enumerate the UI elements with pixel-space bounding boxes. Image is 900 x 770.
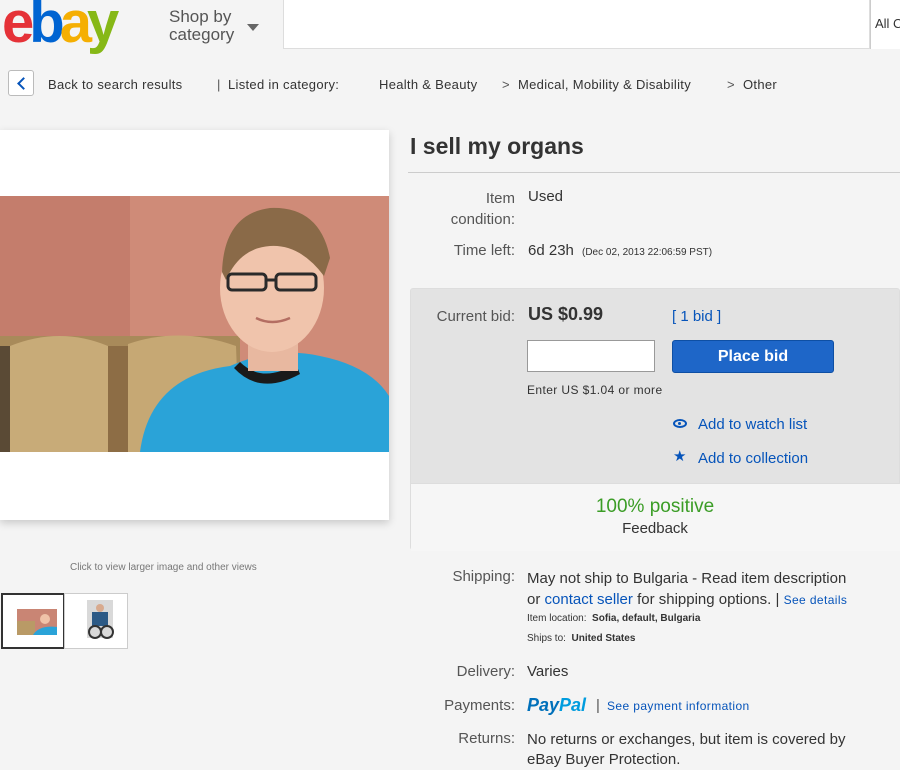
category-link-other[interactable]: Other xyxy=(743,77,777,92)
divider xyxy=(408,172,900,173)
search-input[interactable] xyxy=(283,0,870,49)
divider: | xyxy=(217,77,221,92)
item-location: Item location: Sofia, default, Bulgaria xyxy=(527,613,700,624)
main-image-panel[interactable] xyxy=(0,130,389,520)
header: ebay Shop by category All C xyxy=(0,0,900,52)
logo-letter: b xyxy=(29,0,65,55)
breadcrumb: Back to search results | Listed in categ… xyxy=(0,66,900,102)
breadcrumb-separator: > xyxy=(727,77,735,92)
shipping-info: May not ship to Bulgaria - Read item des… xyxy=(527,568,899,611)
breadcrumb-separator: > xyxy=(502,77,510,92)
back-arrow-icon[interactable] xyxy=(8,70,34,96)
eye-icon[interactable] xyxy=(673,419,687,428)
delivery-label: Delivery: xyxy=(456,663,515,680)
shipping-label: Shipping: xyxy=(452,568,515,585)
ships-to-label: Ships to: xyxy=(527,633,566,644)
bid-amount-input[interactable] xyxy=(527,340,655,372)
thumbnail-1[interactable] xyxy=(1,593,65,649)
item-location-label: Item location: xyxy=(527,613,587,624)
condition-label-line: condition: xyxy=(450,211,515,228)
condition-label: Item condition: xyxy=(410,188,515,230)
add-to-watch-list-link[interactable]: Add to watch list xyxy=(698,416,807,433)
shipping-text: or xyxy=(527,591,541,608)
thumbnail-image xyxy=(87,600,114,639)
ships-to: Ships to: United States xyxy=(527,633,635,644)
time-left-label: Time left: xyxy=(453,242,515,259)
shop-by-category-button[interactable]: Shop by category xyxy=(169,8,249,44)
thumbnail-2[interactable] xyxy=(64,593,128,649)
item-location-value: Sofia, default, Bulgaria xyxy=(592,613,701,624)
current-bid-price: US $0.99 xyxy=(528,304,604,324)
logo-letter: a xyxy=(59,0,92,55)
back-to-search-link[interactable]: Back to search results xyxy=(48,77,183,92)
returns-info: No returns or exchanges, but item is cov… xyxy=(527,730,899,770)
returns-line: eBay Buyer Protection. xyxy=(527,751,681,768)
condition-label-line: Item xyxy=(485,190,515,207)
category-link-health-beauty[interactable]: Health & Beauty xyxy=(379,77,477,92)
item-title: I sell my organs xyxy=(410,133,584,159)
returns-line: No returns or exchanges, but item is cov… xyxy=(527,731,846,748)
paypal-logo: PayPal xyxy=(527,695,586,716)
condition-value: Used xyxy=(528,188,564,205)
returns-label: Returns: xyxy=(458,730,515,747)
bid-count-link[interactable]: [ 1 bid ] xyxy=(672,308,721,325)
paypal-logo-text: Pay xyxy=(527,695,560,715)
listed-in-label: Listed in category: xyxy=(228,77,340,92)
view-larger-hint[interactable]: Click to view larger image and other vie… xyxy=(70,562,257,573)
shipping-line: May not ship to Bulgaria - Read item des… xyxy=(527,570,847,587)
place-bid-button[interactable]: Place bid xyxy=(672,340,834,373)
photo-illustration xyxy=(0,196,389,452)
see-details-link[interactable]: See details xyxy=(784,593,848,607)
min-bid-hint: Enter US $1.04 or more xyxy=(527,383,663,397)
delivery-value: Varies xyxy=(527,663,569,680)
shop-by-label: Shop by xyxy=(169,7,232,26)
feedback-label: Feedback xyxy=(622,520,688,537)
positive-feedback-percent[interactable]: 100% positive xyxy=(410,496,900,518)
category-label: category xyxy=(169,25,235,44)
time-left-value: 6d 23h xyxy=(528,242,574,259)
logo-letter: e xyxy=(2,0,34,55)
divider: | xyxy=(596,697,600,714)
category-link-medical[interactable]: Medical, Mobility & Disability xyxy=(518,77,691,92)
chevron-down-icon[interactable] xyxy=(247,24,259,31)
paypal-logo-text: Pal xyxy=(559,695,587,715)
shipping-text: for shipping options. | xyxy=(637,591,780,608)
time-left-date: (Dec 02, 2013 22:06:59 PST) xyxy=(582,247,713,258)
ships-to-value: United States xyxy=(571,633,636,644)
payments-label: Payments: xyxy=(444,697,515,714)
star-icon[interactable]: ★ xyxy=(673,449,686,464)
logo-letter: y xyxy=(86,0,119,55)
all-categories-select[interactable]: All C xyxy=(870,0,900,49)
item-photo[interactable] xyxy=(0,196,389,452)
add-to-collection-link[interactable]: Add to collection xyxy=(698,450,808,467)
ebay-logo[interactable]: ebay xyxy=(2,0,119,55)
shipping-line: or contact seller for shipping options. … xyxy=(527,589,899,611)
current-bid-label: Current bid: xyxy=(436,308,515,325)
see-payment-info-link[interactable]: See payment information xyxy=(607,699,750,713)
thumbnail-image xyxy=(17,609,57,635)
contact-seller-link[interactable]: contact seller xyxy=(545,591,633,608)
